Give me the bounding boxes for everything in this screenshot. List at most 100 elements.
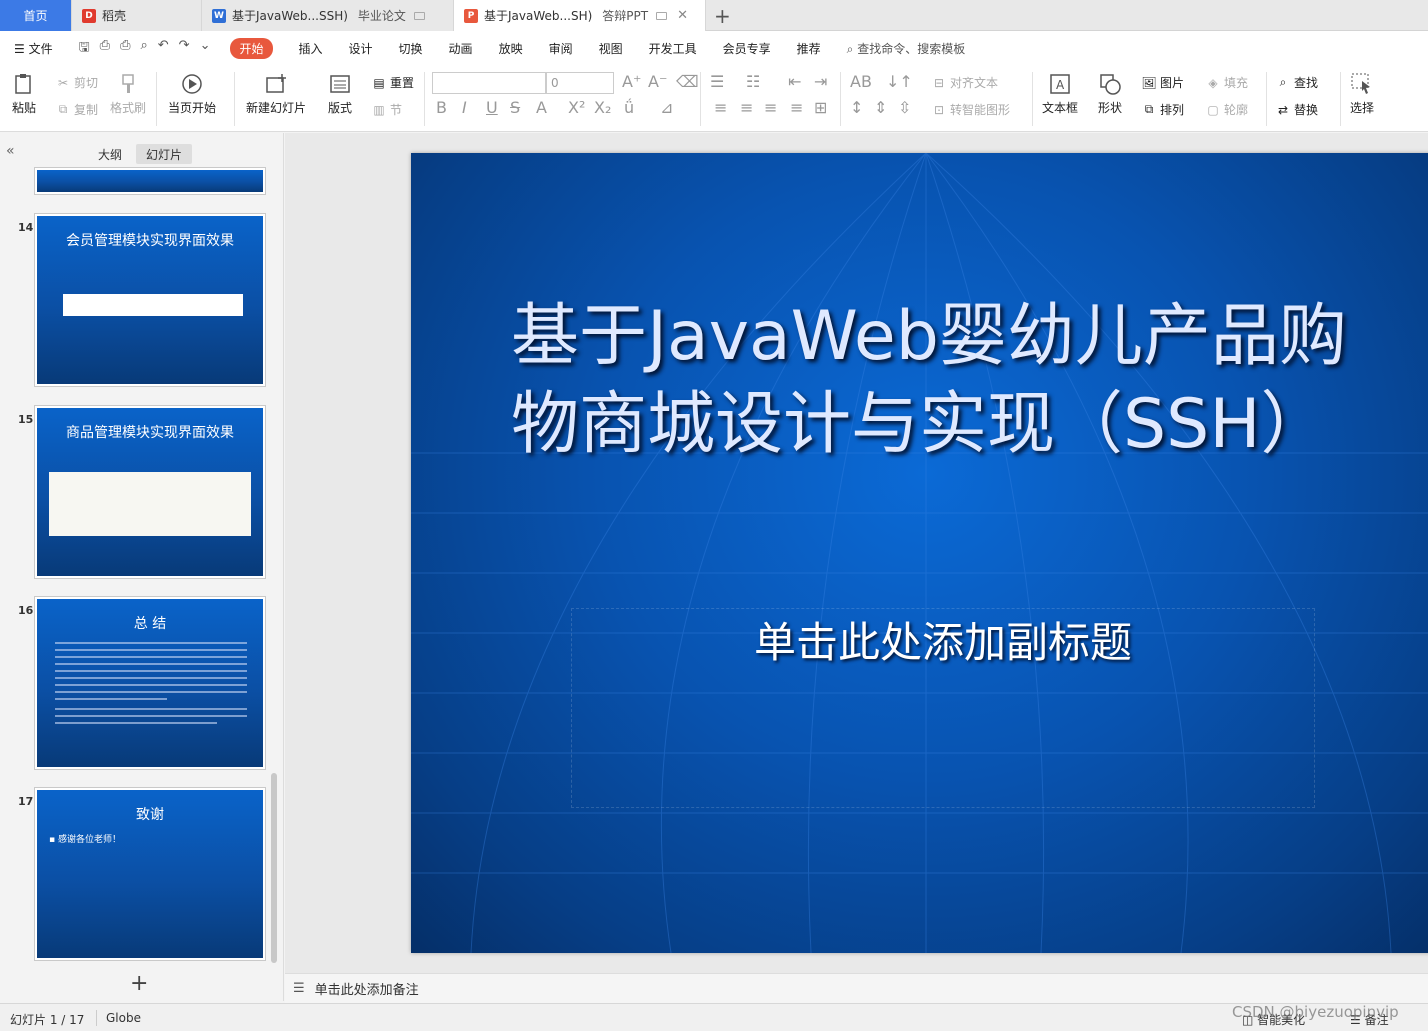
line-spacing-icon[interactable]: ↕ — [850, 98, 863, 117]
paragraph-spacing-icon[interactable]: ⇕ — [874, 98, 887, 117]
distribute-icon[interactable]: ⊞ — [814, 98, 827, 117]
file-menu[interactable]: ☰ 文件 — [14, 40, 53, 57]
new-tab-button[interactable]: + — [714, 4, 731, 28]
arrange-button[interactable]: ⧉ 排列 — [1142, 101, 1184, 118]
save-icon[interactable]: 🖫 — [79, 38, 90, 60]
to-smartart-button[interactable]: ⊡ 转智能图形 — [932, 101, 1010, 118]
copy-button[interactable]: ⧉ 复制 — [56, 101, 98, 118]
spacing-options-icon[interactable]: ⇳ — [898, 98, 911, 117]
bullet-list-icon[interactable]: ☰ — [710, 72, 724, 91]
separator — [840, 72, 841, 126]
panel-scrollbar[interactable] — [271, 773, 277, 963]
subscript-icon[interactable]: X₂ — [594, 98, 611, 117]
cut-label: 剪切 — [74, 76, 99, 90]
increase-indent-icon[interactable]: ⇥ — [814, 72, 827, 91]
replace-button[interactable]: ⇄ 替换 — [1276, 101, 1318, 118]
tab-outline[interactable]: 大纲 — [88, 144, 132, 164]
sort-icon[interactable]: ↓↑ — [886, 72, 913, 91]
quick-access-toolbar: 🖫 ⎙ ⎙ ⌕ ↶ ↷ ⌄ — [79, 38, 211, 60]
textbox-button[interactable]: A 文本框 — [1042, 72, 1078, 116]
align-center-icon[interactable]: ≡ — [740, 98, 753, 117]
layout-button[interactable]: 版式 — [328, 72, 352, 116]
font-family-select[interactable] — [432, 72, 546, 94]
slide-thumbnail-16[interactable]: 总 结 — [34, 596, 266, 770]
tab-word-doc[interactable]: W 基于JavaWeb...SSH) 毕业论文 — [202, 0, 454, 31]
find-button[interactable]: ⌕ 查找 — [1276, 74, 1318, 91]
decrease-indent-icon[interactable]: ⇤ — [788, 72, 801, 91]
paste-button[interactable]: 粘贴 — [12, 72, 36, 116]
tab-daoke[interactable]: D 稻壳 — [72, 0, 202, 31]
text-direction-icon[interactable]: AB — [850, 72, 872, 91]
picture-button[interactable]: 🖼 图片 — [1141, 74, 1185, 91]
align-text-button[interactable]: ⊟ 对齐文本 — [932, 74, 998, 91]
select-button[interactable]: 选择 — [1350, 72, 1374, 116]
tab-home[interactable]: 首页 — [0, 0, 72, 31]
increase-font-icon[interactable]: A⁺ — [622, 72, 641, 91]
clear-format-icon[interactable]: ⌫ — [676, 72, 699, 91]
bold-icon[interactable]: B — [436, 98, 447, 117]
menu-transition[interactable]: 切换 — [399, 40, 423, 57]
phonetic-icon[interactable]: ǘ — [624, 98, 634, 117]
slide-thumbnail-17[interactable]: 致谢 ▪ 感谢各位老师！ — [34, 787, 266, 961]
reset-button[interactable]: ▤ 重置 — [372, 74, 414, 91]
play-from-current-button[interactable]: 当页开始 — [168, 72, 216, 116]
slide-thumbnail-13[interactable] — [34, 167, 266, 195]
paste-label: 粘贴 — [12, 101, 37, 115]
shapes-button[interactable]: 形状 — [1098, 72, 1122, 116]
fill-button[interactable]: ◈ 填充 — [1206, 74, 1248, 91]
close-icon[interactable]: ✕ — [677, 8, 688, 23]
subtitle-placeholder[interactable]: 单击此处添加副标题 — [571, 608, 1315, 808]
picture-icon: 🖼 — [1141, 75, 1157, 90]
menu-review[interactable]: 审阅 — [549, 40, 573, 57]
strikethrough-icon[interactable]: S — [510, 98, 520, 117]
to-smartart-label: 转智能图形 — [950, 103, 1011, 117]
section-button[interactable]: ▥ 节 — [372, 101, 402, 118]
redo-icon[interactable]: ↷ — [179, 38, 190, 60]
command-search[interactable]: ⌕ 查找命令、搜索模板 — [847, 40, 966, 57]
current-slide[interactable]: 基于JavaWeb婴幼儿产品购物商城设计与实现（SSH） 单击此处添加副标题 — [411, 153, 1428, 953]
cut-button[interactable]: ✂ 剪切 — [56, 74, 98, 91]
slide-title[interactable]: 基于JavaWeb婴幼儿产品购物商城设计与实现（SSH） — [511, 293, 1411, 469]
slide-thumbnail-15[interactable]: 商品管理模块实现界面效果 — [34, 405, 266, 579]
menu-developer[interactable]: 开发工具 — [649, 40, 697, 57]
slide-thumbnail-14[interactable]: 会员管理模块实现界面效果 — [34, 213, 266, 387]
menu-design[interactable]: 设计 — [349, 40, 373, 57]
customize-icon[interactable]: ⌄ — [200, 38, 211, 60]
tab-ppt-doc[interactable]: P 基于JavaWeb...SH) 答辩PPT ✕ — [454, 0, 706, 31]
italic-icon[interactable]: I — [462, 98, 467, 117]
print-icon[interactable]: ⎙ — [120, 38, 130, 60]
slide-thumbnail-bullet: ▪ 感谢各位老师！ — [49, 835, 121, 845]
menu-slideshow[interactable]: 放映 — [499, 40, 523, 57]
csdn-watermark: CSDN @biyezuopinvip — [1232, 1003, 1399, 1021]
notes-area[interactable]: ☰ 单击此处添加备注 — [285, 973, 1428, 1003]
menu-view[interactable]: 视图 — [599, 40, 623, 57]
highlight-icon[interactable]: ⊿ — [660, 98, 673, 117]
picture-label: 图片 — [1160, 76, 1185, 90]
new-slide-button[interactable]: 新建幻灯片 — [246, 72, 306, 116]
slide-thumbnail-image: 致谢 ▪ 感谢各位老师！ — [37, 790, 263, 958]
superscript-icon[interactable]: X² — [568, 98, 585, 117]
tab-daoke-label: 稻壳 — [102, 9, 127, 23]
format-painter-button[interactable]: 格式刷 — [110, 72, 146, 116]
undo-icon[interactable]: ↶ — [158, 38, 169, 60]
justify-icon[interactable]: ≡ — [790, 98, 803, 117]
menu-insert[interactable]: 插入 — [299, 40, 323, 57]
align-right-icon[interactable]: ≡ — [764, 98, 777, 117]
textbox-icon: A — [1048, 72, 1072, 96]
font-color-icon[interactable]: A — [536, 98, 547, 117]
add-slide-button[interactable]: + — [130, 971, 148, 996]
font-size-select[interactable]: 0 — [546, 72, 614, 94]
tab-slides[interactable]: 幻灯片 — [136, 144, 193, 164]
menu-start[interactable]: 开始 — [230, 38, 273, 59]
export-pdf-icon[interactable]: ⎙ — [100, 38, 110, 60]
decrease-font-icon[interactable]: A⁻ — [648, 72, 667, 91]
menu-recommend[interactable]: 推荐 — [797, 40, 821, 57]
numbered-list-icon[interactable]: ☷ — [746, 72, 760, 91]
menu-member[interactable]: 会员专享 — [723, 40, 771, 57]
outline-button[interactable]: ▢ 轮廓 — [1206, 101, 1248, 118]
collapse-panel-icon[interactable]: « — [6, 143, 15, 159]
underline-icon[interactable]: U — [486, 98, 498, 117]
print-preview-icon[interactable]: ⌕ — [140, 38, 147, 60]
menu-animation[interactable]: 动画 — [449, 40, 473, 57]
align-left-icon[interactable]: ≡ — [714, 98, 727, 117]
